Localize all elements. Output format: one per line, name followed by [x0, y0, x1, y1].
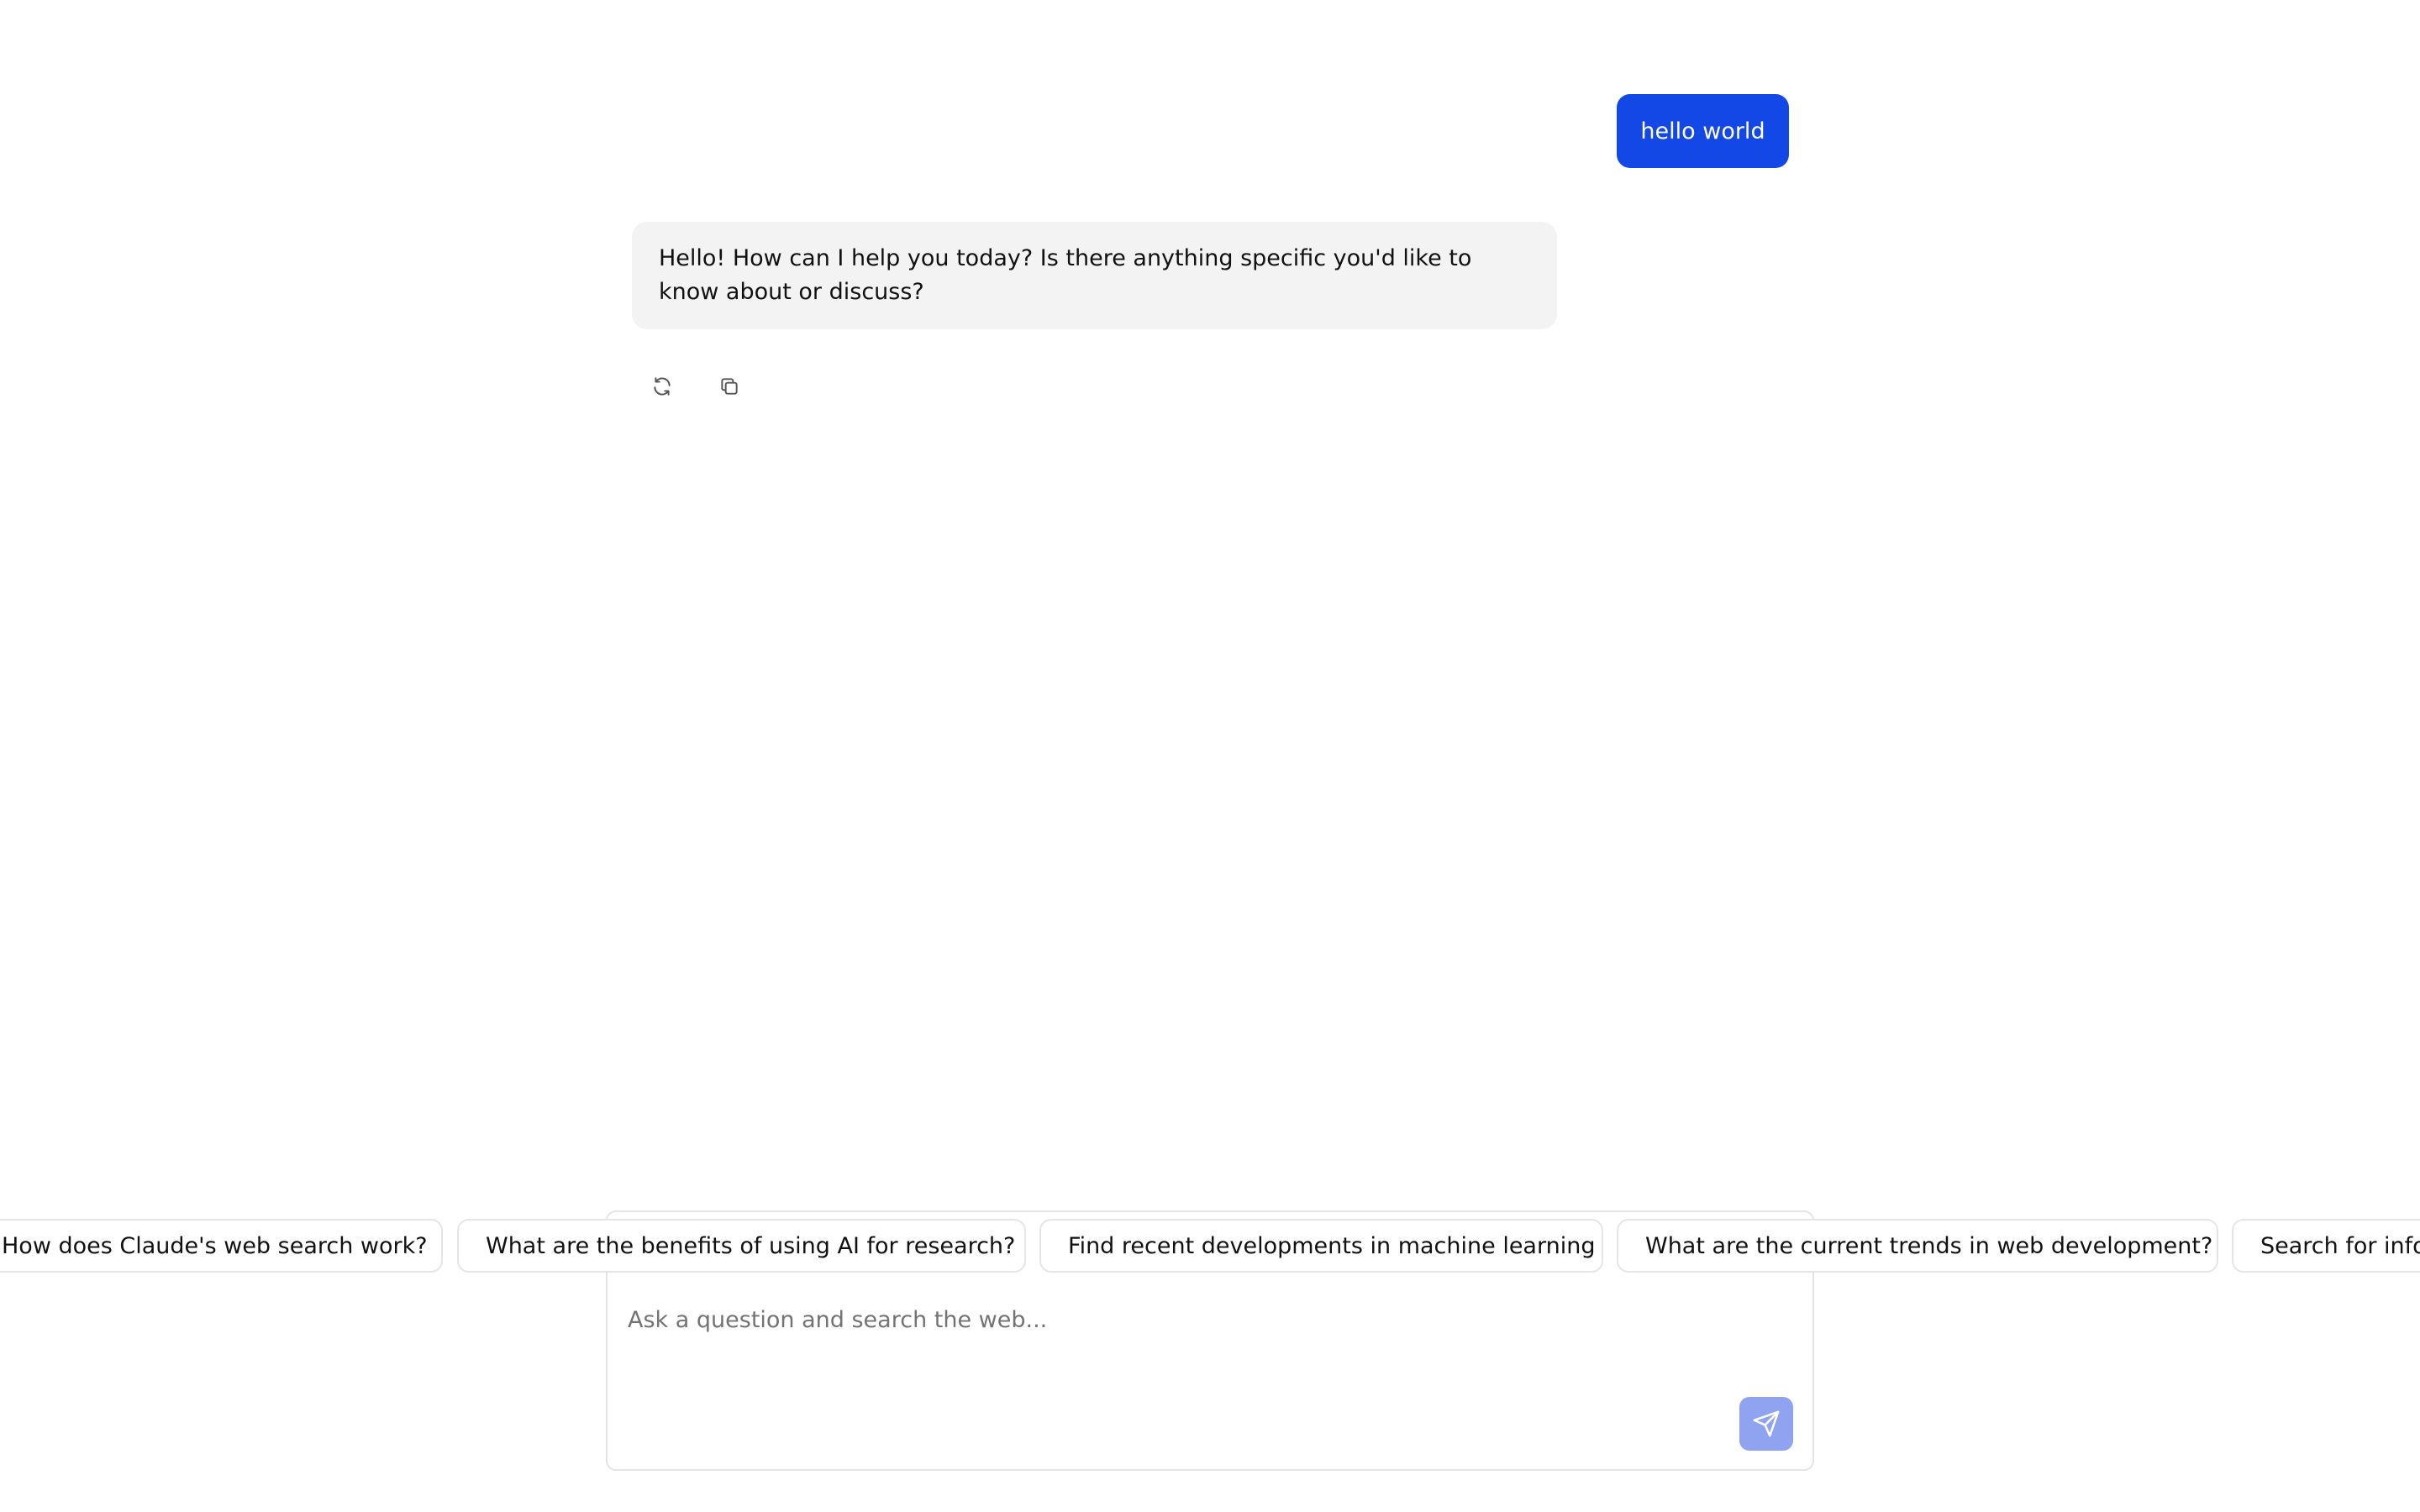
suggestion-chips: How does Claude's web search work? What …	[0, 1219, 2420, 1273]
suggestion-chip[interactable]: What are the current trends in web devel…	[1617, 1219, 2218, 1273]
assistant-message-bubble: Hello! How can I help you today? Is ther…	[632, 222, 1557, 329]
search-input[interactable]	[628, 1294, 1552, 1345]
suggestion-chip[interactable]: What are the benefits of using AI for re…	[457, 1219, 1026, 1273]
suggestion-chip[interactable]: Find recent developments in machine lear…	[1039, 1219, 1603, 1273]
user-message-bubble: hello world	[1617, 94, 1789, 168]
send-icon	[1753, 1410, 1780, 1437]
refresh-icon	[654, 377, 671, 396]
copy-icon	[721, 378, 738, 395]
suggestion-chip[interactable]: How does Claude's web search work?	[0, 1219, 443, 1273]
send-button[interactable]	[1739, 1397, 1793, 1451]
suggestion-chip[interactable]: Search for info	[2232, 1219, 2420, 1273]
regenerate-button[interactable]	[644, 368, 681, 405]
copy-button[interactable]	[711, 368, 748, 405]
chat-page: hello world Hello! How can I help you to…	[0, 0, 2420, 1512]
